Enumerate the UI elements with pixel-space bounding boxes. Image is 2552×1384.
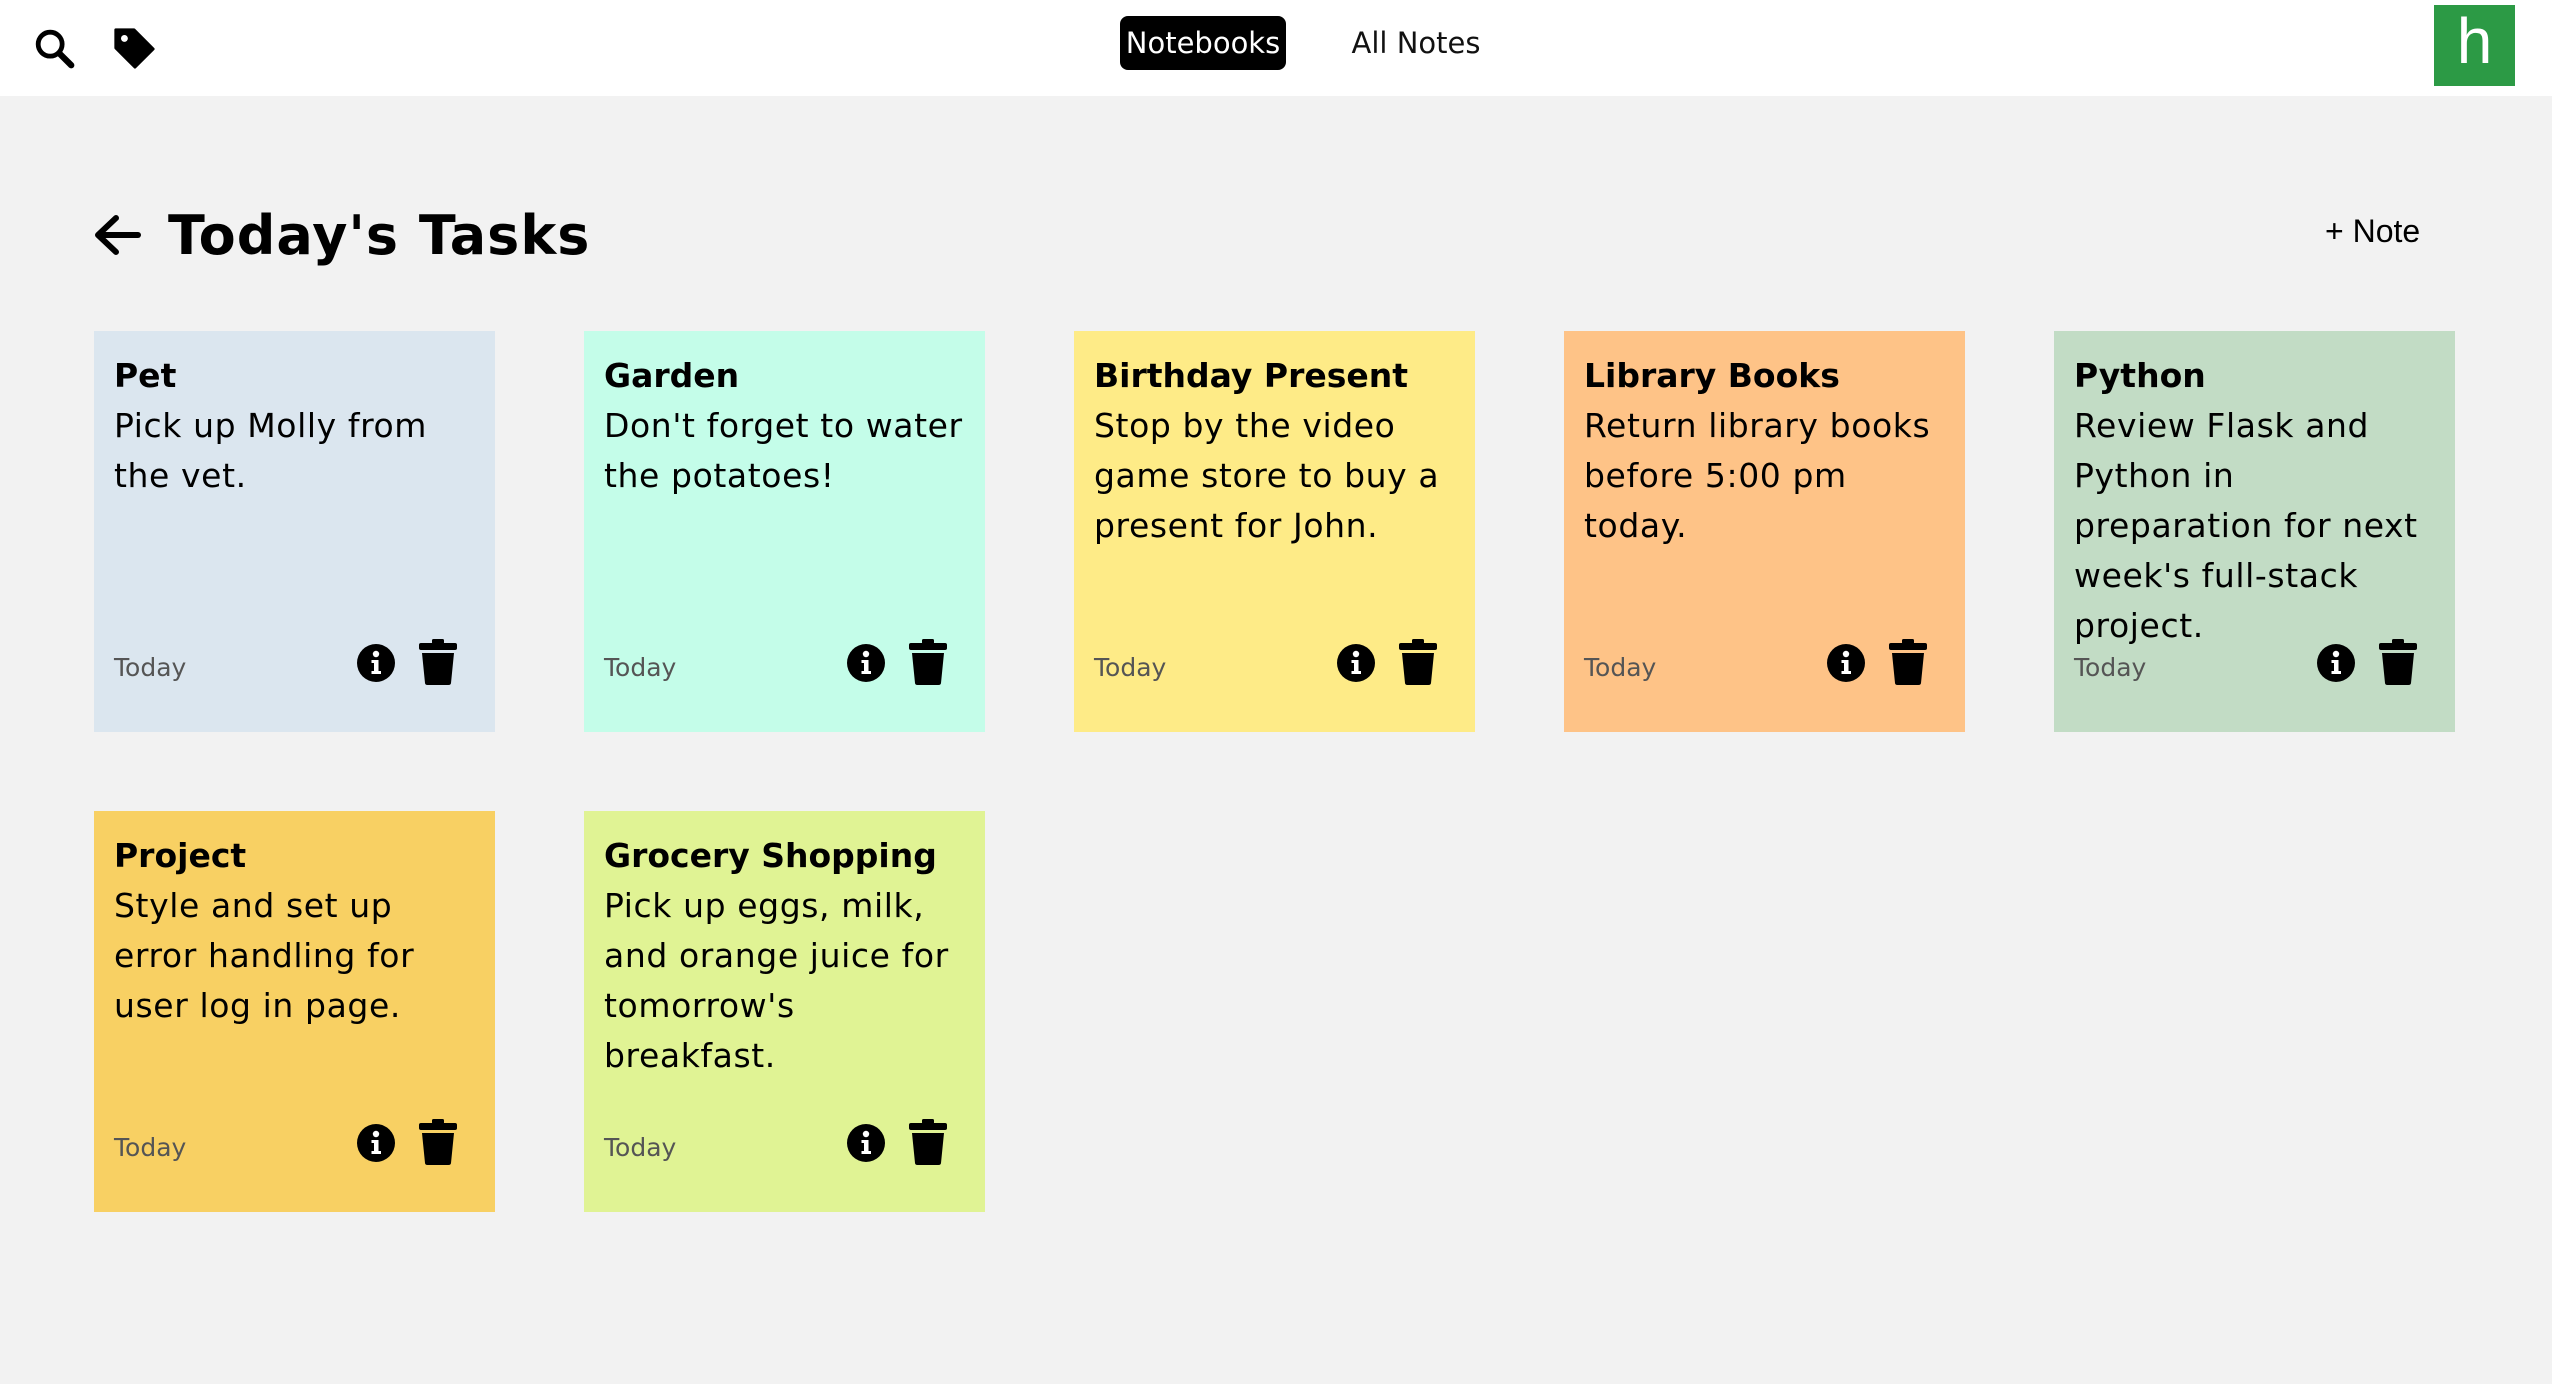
note-card[interactable]: Garden Don't forget to water the potatoe…	[584, 331, 985, 732]
search-icon[interactable]	[28, 22, 80, 74]
trash-icon[interactable]	[1398, 639, 1438, 685]
note-body: Pick up eggs, milk, and orange juice for…	[604, 886, 949, 1075]
info-icon[interactable]	[1826, 643, 1866, 683]
note-body: Style and set up error handling for user…	[114, 886, 415, 1025]
note-card[interactable]: Birthday Present Stop by the video game …	[1074, 331, 1475, 732]
note-card[interactable]: Pet Pick up Molly from the vet. Today	[94, 331, 495, 732]
back-arrow-icon[interactable]	[92, 210, 142, 260]
note-card[interactable]: Python Review Flask and Python in prepar…	[2054, 331, 2455, 732]
note-body: Review Flask and Python in preparation f…	[2074, 406, 2418, 645]
app-logo[interactable]: h	[2434, 5, 2515, 86]
tab-notebooks[interactable]: Notebooks	[1120, 16, 1286, 70]
note-date: Today	[114, 1133, 187, 1162]
trash-icon[interactable]	[908, 1119, 948, 1165]
top-nav-bar: Notebooks All Notes h	[0, 0, 2552, 96]
note-card[interactable]: Project Style and set up error handling …	[94, 811, 495, 1212]
info-icon[interactable]	[356, 643, 396, 683]
tag-icon[interactable]	[108, 22, 160, 74]
note-date: Today	[604, 1133, 677, 1162]
note-title: Birthday Present	[1094, 356, 1409, 395]
add-note-button[interactable]: + Note	[2325, 213, 2420, 250]
info-icon[interactable]	[846, 643, 886, 683]
note-title: Library Books	[1584, 356, 1840, 395]
info-icon[interactable]	[356, 1123, 396, 1163]
note-date: Today	[1584, 653, 1657, 682]
note-card[interactable]: Grocery Shopping Pick up eggs, milk, and…	[584, 811, 985, 1212]
note-date: Today	[114, 653, 187, 682]
trash-icon[interactable]	[418, 639, 458, 685]
trash-icon[interactable]	[908, 639, 948, 685]
note-card[interactable]: Library Books Return library books befor…	[1564, 331, 1965, 732]
note-title: Python	[2074, 356, 2206, 395]
note-title: Project	[114, 836, 247, 875]
note-body: Don't forget to water the potatoes!	[604, 406, 963, 495]
note-title: Grocery Shopping	[604, 836, 937, 875]
note-title: Garden	[604, 356, 740, 395]
note-body: Stop by the video game store to buy a pr…	[1094, 406, 1440, 545]
trash-icon[interactable]	[1888, 639, 1928, 685]
trash-icon[interactable]	[418, 1119, 458, 1165]
note-date: Today	[1094, 653, 1167, 682]
info-icon[interactable]	[846, 1123, 886, 1163]
page-title: Today's Tasks	[168, 204, 591, 267]
trash-icon[interactable]	[2378, 639, 2418, 685]
note-body: Pick up Molly from the vet.	[114, 406, 428, 495]
note-title: Pet	[114, 356, 177, 395]
note-date: Today	[604, 653, 677, 682]
note-date: Today	[2074, 653, 2147, 682]
note-body: Return library books before 5:00 pm toda…	[1584, 406, 1931, 545]
info-icon[interactable]	[1336, 643, 1376, 683]
info-icon[interactable]	[2316, 643, 2356, 683]
tab-all-notes[interactable]: All Notes	[1340, 16, 1492, 70]
